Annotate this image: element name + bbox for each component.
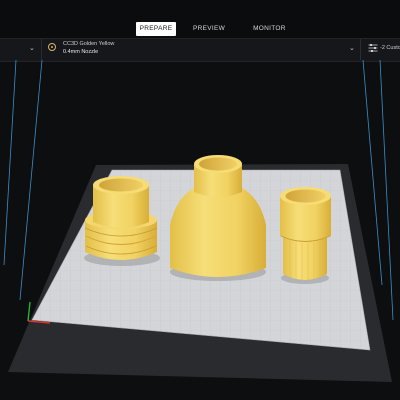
header-bar: PREPARE PREVIEW MONITOR <box>0 0 400 38</box>
printer-selector-chevron-icon[interactable]: ⌄ <box>29 44 35 52</box>
model-tube-adapter[interactable] <box>280 187 331 280</box>
nozzle-size[interactable]: 0.4mm Nozzle <box>63 49 98 56</box>
toolbar-divider <box>360 39 361 60</box>
print-settings-profile[interactable]: -2 Custom <box>380 44 400 52</box>
model-stepped-adapter[interactable] <box>84 176 158 260</box>
print-setup-toolbar <box>0 38 400 62</box>
toolbar-divider <box>41 39 42 60</box>
tab-preview[interactable]: PREVIEW <box>184 22 234 36</box>
material-selector-chevron-icon[interactable]: ⌄ <box>349 44 355 52</box>
stage-tabs: PREPARE PREVIEW MONITOR <box>136 22 295 36</box>
tab-prepare[interactable]: PREPARE <box>136 22 176 36</box>
material-spool-icon[interactable] <box>48 43 56 51</box>
sliders-icon[interactable] <box>368 43 378 53</box>
3d-viewport[interactable] <box>0 60 400 400</box>
tab-monitor[interactable]: MONITOR <box>244 22 295 36</box>
material-name[interactable]: CC3D Golden Yellow <box>63 41 114 48</box>
